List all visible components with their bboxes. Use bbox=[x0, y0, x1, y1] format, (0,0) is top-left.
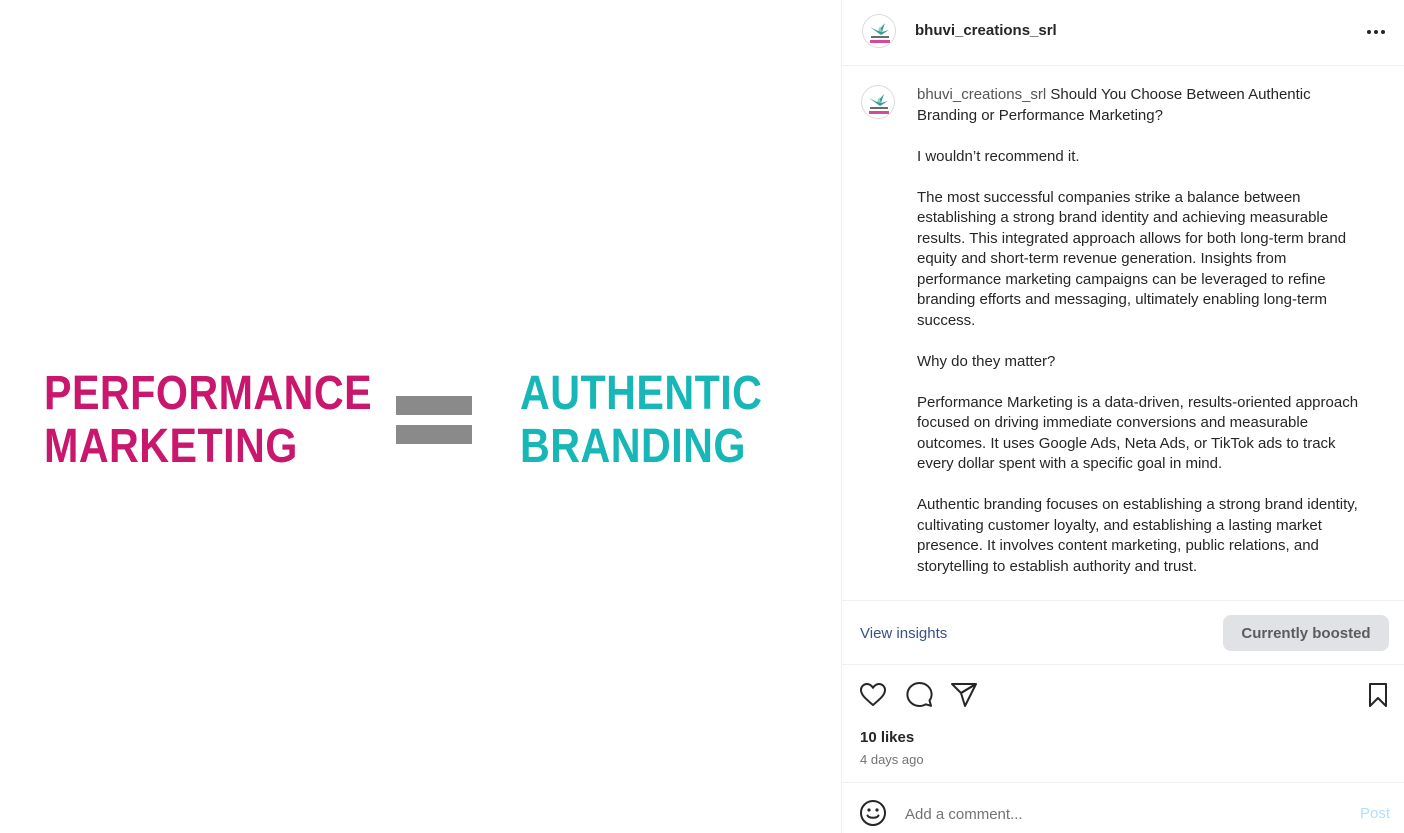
author-avatar[interactable] bbox=[862, 14, 896, 48]
caption-username[interactable]: bhuvi_creations_srl bbox=[917, 86, 1046, 103]
post-side-panel: bhuvi_creations_srl bhuvi_creations_srl … bbox=[841, 0, 1404, 833]
equals-sign-top-bar bbox=[396, 396, 472, 415]
caption-paragraph: Authentic branding focuses on establishi… bbox=[917, 496, 1363, 575]
post-timestamp[interactable]: 4 days ago bbox=[860, 752, 924, 767]
post-actions bbox=[842, 666, 1404, 726]
right-line-2: BRANDING bbox=[520, 420, 746, 473]
more-horizontal-icon[interactable] bbox=[1365, 23, 1387, 41]
caption-text: bhuvi_creations_srl Should You Choose Be… bbox=[917, 85, 1372, 598]
performance-marketing-text: PERFORMANCE MARKETING bbox=[44, 367, 372, 473]
caption-scroll-area[interactable]: bhuvi_creations_srl Should You Choose Be… bbox=[842, 67, 1404, 600]
bird-logo-icon bbox=[869, 94, 889, 114]
comment-bubble-icon[interactable] bbox=[904, 680, 934, 710]
comment-input[interactable] bbox=[905, 803, 1325, 825]
comment-bar: Post bbox=[842, 782, 1404, 833]
caption-paragraph: I wouldn’t recommend it. bbox=[917, 147, 1080, 165]
emoji-icon[interactable] bbox=[859, 799, 887, 827]
bookmark-icon[interactable] bbox=[1363, 680, 1393, 710]
caption-paragraph: Performance Marketing is a data-driven, … bbox=[917, 393, 1363, 473]
caption-author-avatar[interactable] bbox=[861, 85, 895, 119]
left-line-1: PERFORMANCE bbox=[44, 367, 373, 420]
post-comment-button[interactable]: Post bbox=[1360, 805, 1390, 822]
heart-icon[interactable] bbox=[858, 680, 888, 710]
right-line-1: AUTHENTIC bbox=[520, 367, 763, 420]
bird-logo-icon bbox=[870, 23, 890, 43]
insights-bar: View insights Currently boosted bbox=[842, 600, 1404, 665]
authentic-branding-text: AUTHENTIC BRANDING bbox=[520, 367, 762, 473]
post-image[interactable]: PERFORMANCE MARKETING AUTHENTIC BRANDING bbox=[0, 0, 841, 833]
likes-count[interactable]: 10 likes bbox=[860, 729, 914, 746]
post-header: bhuvi_creations_srl bbox=[842, 0, 1404, 66]
equals-sign-bottom-bar bbox=[396, 425, 472, 444]
paper-plane-icon[interactable] bbox=[949, 680, 979, 710]
caption-paragraph: Why do they matter? bbox=[917, 352, 1056, 370]
left-line-2: MARKETING bbox=[44, 420, 298, 473]
header-username[interactable]: bhuvi_creations_srl bbox=[915, 22, 1057, 39]
currently-boosted-button[interactable]: Currently boosted bbox=[1223, 615, 1389, 651]
view-insights-link[interactable]: View insights bbox=[860, 625, 947, 642]
caption-paragraph: The most successful companies strike a b… bbox=[917, 188, 1351, 329]
